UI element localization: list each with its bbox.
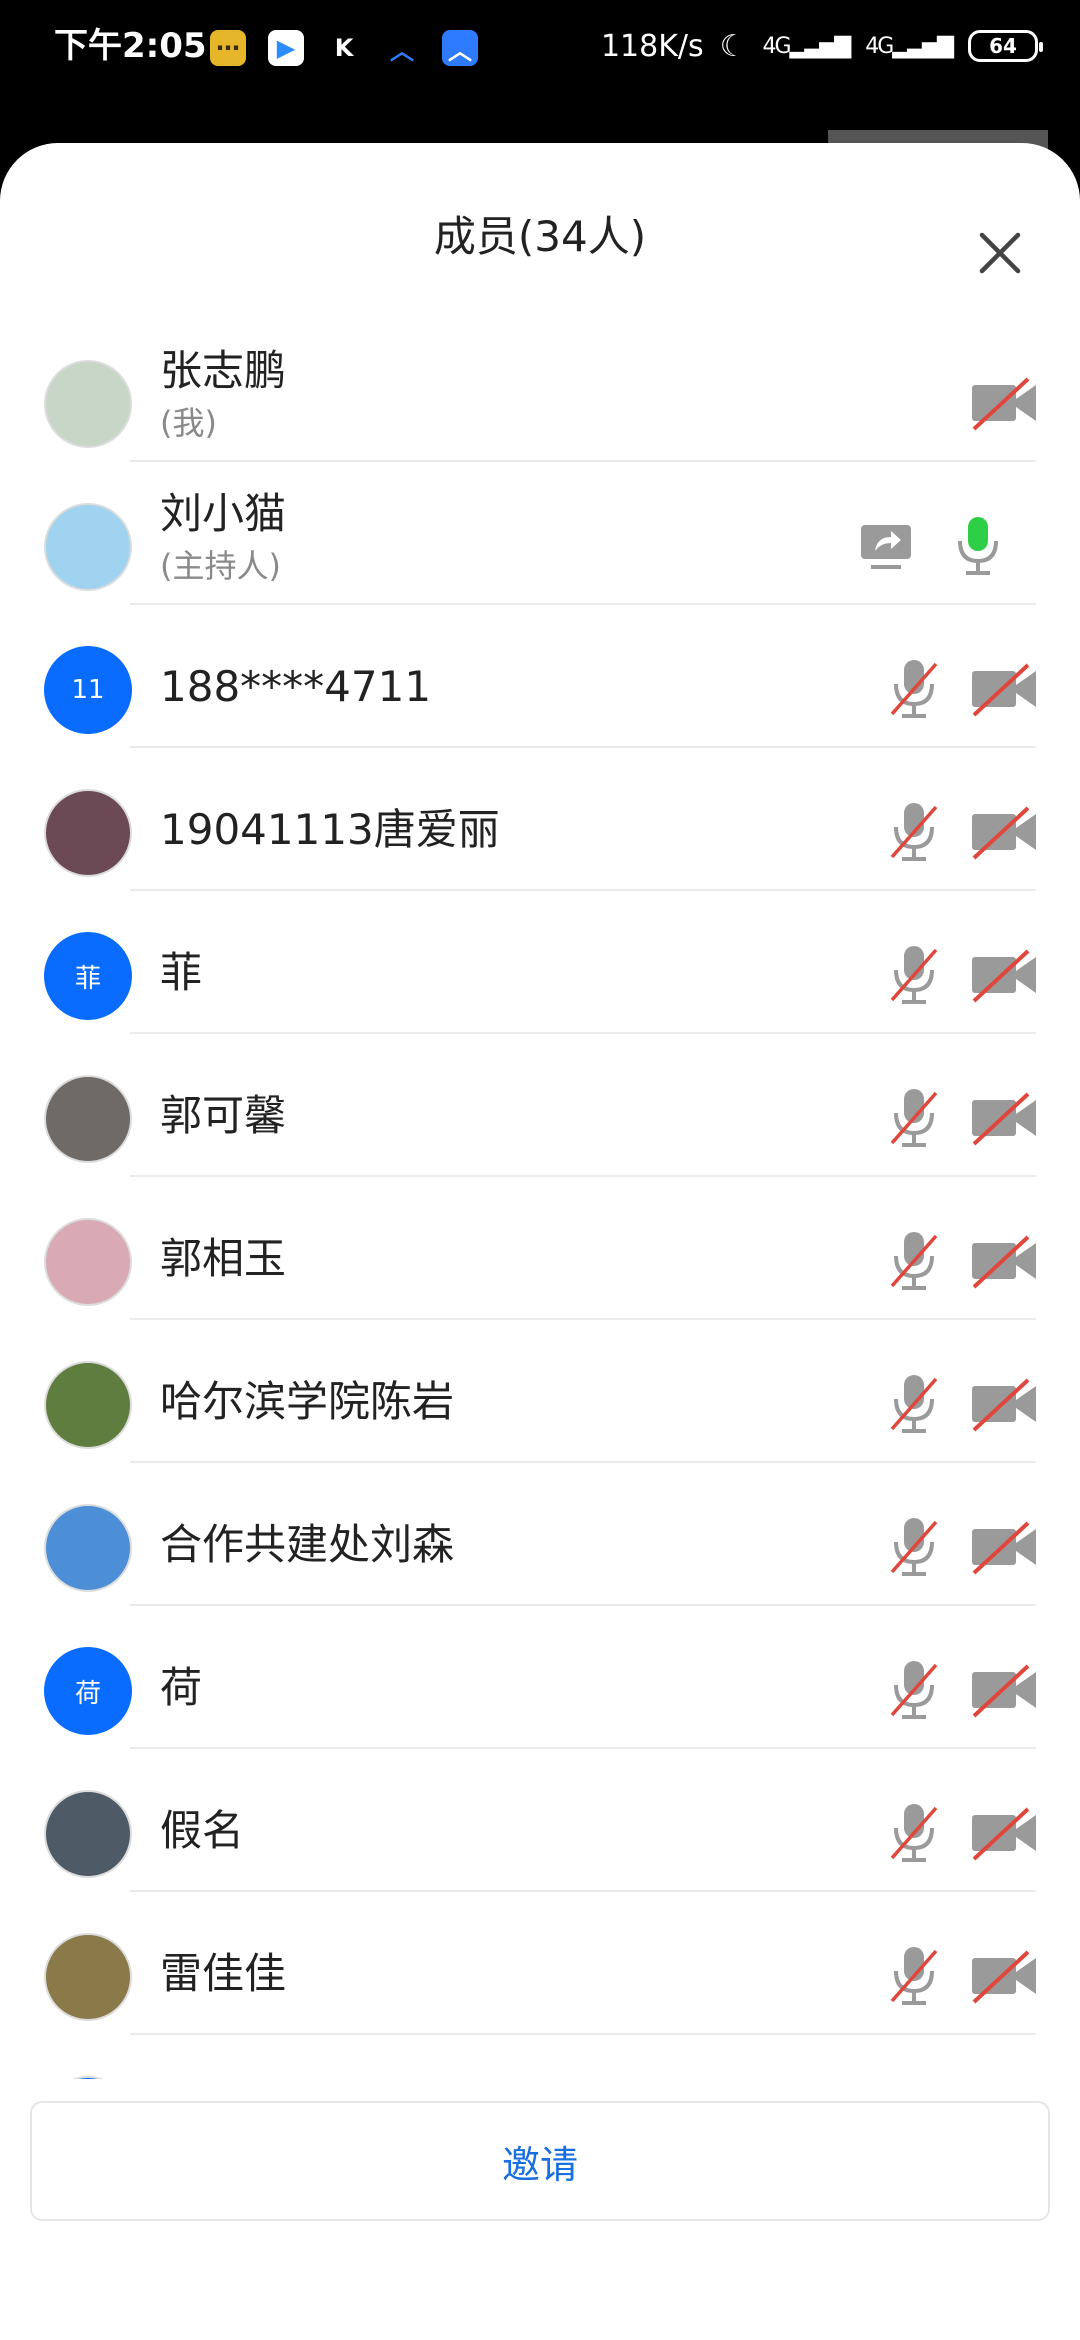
microphone-muted-icon[interactable] (876, 937, 952, 1013)
member-row[interactable]: 张志鹏 (我) (0, 319, 1080, 462)
meeting-blue-app-icon: ︿ (442, 30, 478, 66)
member-name: 假名 (160, 1806, 245, 1855)
status-app-icons: ⋯ ▶ K ︿ ︿ (210, 28, 478, 68)
avatar: 菲 (44, 932, 132, 1020)
avatar (44, 1933, 132, 2021)
member-row[interactable]: 郭可馨 (0, 1034, 1080, 1177)
member-role: (我) (160, 404, 217, 442)
microphone-muted-icon[interactable] (876, 1938, 952, 2014)
avatar-initials: 荷 (74, 1678, 101, 1709)
member-list[interactable]: 张志鹏 (我) 刘小猫 (主持人) 11 188****4711 19041113唐爱… (0, 319, 1080, 2079)
camera-off-icon[interactable] (966, 1938, 1042, 2014)
play-app-icon: ▶ (268, 30, 304, 66)
avatar-initials: 菲 (74, 963, 101, 994)
avatar (44, 1790, 132, 1878)
status-bar: 下午2:05 ⋯ ▶ K ︿ ︿ 118K/s ☾ 4G▂▃▅▇ 4G▂▃▅▇ … (0, 0, 1080, 150)
microphone-muted-icon[interactable] (876, 1795, 952, 1871)
member-name: 合作共建处刘森 (160, 1520, 455, 1569)
member-name: 雷佳佳 (160, 1949, 287, 1998)
microphone-muted-icon[interactable] (876, 1366, 952, 1442)
member-name: 刘小猫 (160, 489, 287, 538)
avatar: 11 (44, 646, 132, 734)
sheet-header: 成员(34人) (0, 143, 1080, 319)
member-row[interactable]: 刘群 (0, 2035, 1080, 2079)
microphone-muted-icon[interactable] (876, 1080, 952, 1156)
avatar (44, 503, 132, 591)
member-row[interactable]: 荷荷 (0, 1606, 1080, 1749)
microphone-muted-icon[interactable] (876, 1509, 952, 1585)
k-app-icon: K (334, 34, 354, 62)
rss-app-icon: ⋯ (210, 30, 246, 66)
network-speed: 118K/s (600, 28, 704, 64)
member-name: 郭相玉 (160, 1234, 287, 1283)
signal-icon: 4G▂▃▅▇ (762, 33, 852, 59)
close-icon (979, 232, 1021, 274)
member-role: (主持人) (160, 547, 281, 585)
microphone-muted-icon[interactable] (876, 651, 952, 727)
camera-off-icon[interactable] (966, 651, 1042, 727)
member-row[interactable]: 合作共建处刘森 (0, 1463, 1080, 1606)
microphone-muted-icon[interactable] (876, 1652, 952, 1728)
member-row[interactable]: 菲菲 (0, 891, 1080, 1034)
microphone-muted-icon[interactable] (876, 1223, 952, 1299)
camera-off-icon[interactable] (966, 1509, 1042, 1585)
invite-button[interactable]: 邀请 (30, 2101, 1050, 2221)
member-row[interactable]: 郭相玉 (0, 1177, 1080, 1320)
member-row[interactable]: 刘小猫 (主持人) (0, 462, 1080, 605)
member-name: 郭可馨 (160, 1091, 287, 1140)
members-sheet: 成员(34人) 张志鹏 (我) 刘小猫 (主持人) 11 188****4711 19… (0, 143, 1080, 2340)
status-time: 下午2:05 (54, 26, 207, 66)
member-row[interactable]: 19041113唐爱丽 (0, 748, 1080, 891)
meeting-app-icon: ︿ (390, 36, 414, 65)
camera-off-icon[interactable] (966, 365, 1042, 441)
member-name: 哈尔滨学院陈岩 (160, 1377, 455, 1426)
camera-off-icon[interactable] (966, 937, 1042, 1013)
camera-off-icon[interactable] (966, 1795, 1042, 1871)
member-row[interactable]: 哈尔滨学院陈岩 (0, 1320, 1080, 1463)
avatar (44, 360, 132, 448)
member-name: 荷 (160, 1663, 203, 1712)
invite-area: 邀请 (0, 2079, 1080, 2340)
member-row[interactable]: 11 188****4711 (0, 605, 1080, 748)
avatar (44, 1075, 132, 1163)
member-row[interactable]: 假名 (0, 1749, 1080, 1892)
avatar (44, 789, 132, 877)
status-right: 118K/s ☾ 4G▂▃▅▇ 4G▂▃▅▇ 64 (600, 24, 1043, 68)
camera-off-icon[interactable] (966, 1366, 1042, 1442)
avatar: 荷 (44, 1647, 132, 1735)
camera-off-icon[interactable] (966, 1080, 1042, 1156)
microphone-muted-icon[interactable] (876, 794, 952, 870)
camera-off-icon[interactable] (966, 1223, 1042, 1299)
battery-icon: 64 (968, 30, 1043, 62)
camera-off-icon[interactable] (966, 1652, 1042, 1728)
member-name: 菲 (160, 948, 203, 997)
avatar-initials: 11 (71, 675, 105, 705)
microphone-active-icon[interactable] (940, 508, 1016, 584)
member-name: 19041113唐爱丽 (160, 805, 500, 854)
camera-off-icon[interactable] (966, 794, 1042, 870)
member-name: 188****4711 (160, 662, 432, 711)
avatar (44, 1504, 132, 1592)
avatar (44, 1361, 132, 1449)
screen-share-icon[interactable] (848, 508, 924, 584)
member-name: 张志鹏 (160, 346, 287, 395)
member-row[interactable]: 雷佳佳 (0, 1892, 1080, 2035)
signal-icon-2: 4G▂▃▅▇ (865, 33, 954, 59)
sheet-title: 成员(34人) (433, 212, 647, 261)
close-button[interactable] (968, 221, 1032, 285)
moon-icon: ☾ (719, 28, 747, 64)
avatar (44, 1218, 132, 1306)
